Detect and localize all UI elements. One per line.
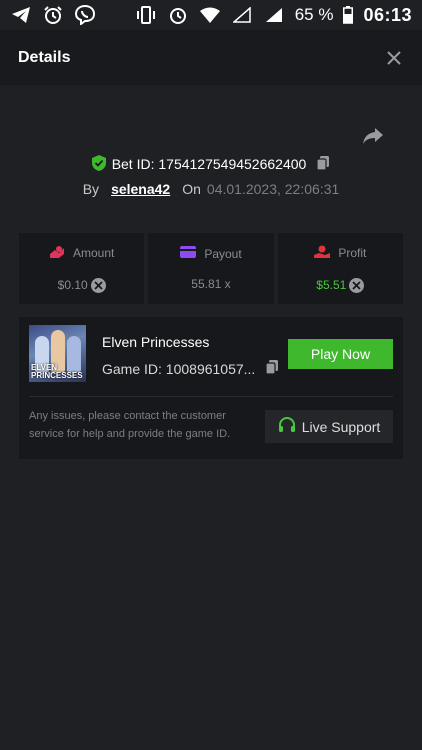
profit-value: $5.51 — [316, 278, 347, 292]
amount-label: Amount — [72, 246, 115, 260]
bet-meta-row: By selena42 On 04.01.2023, 22:06:31 — [0, 179, 422, 199]
clock: 06:13 — [363, 4, 412, 25]
currency-x-icon — [90, 277, 106, 293]
play-now-button[interactable]: Play Now — [288, 339, 393, 369]
close-button[interactable] — [382, 46, 406, 70]
divider — [29, 396, 393, 397]
amount-value: $0.10 — [57, 278, 88, 292]
game-thumbnail: ELVEN PRINCESSES — [29, 325, 86, 382]
bet-id: Bet ID: 1754127549452662400 — [111, 156, 307, 172]
stat-payout: Payout 55.81 x — [148, 233, 274, 304]
telegram-icon — [10, 4, 32, 26]
bet-date: 04.01.2023, 22:06:31 — [206, 181, 340, 197]
profit-label: Profit — [338, 246, 367, 260]
on-label: On — [182, 181, 201, 197]
viber-icon — [74, 4, 96, 26]
copy-bet-id-button[interactable] — [316, 155, 330, 174]
alarm-icon — [167, 4, 189, 26]
status-bar-left — [10, 4, 96, 26]
amount-icon — [49, 245, 65, 262]
copy-icon — [265, 360, 279, 375]
game-title: Elven Princesses — [102, 334, 210, 350]
battery-icon — [343, 4, 354, 26]
stat-profit: Profit $5.51 — [277, 233, 403, 304]
game-card: ELVEN PRINCESSES Elven Princesses Game I… — [19, 317, 403, 459]
currency-x-icon — [349, 277, 365, 293]
wifi-icon — [199, 4, 221, 26]
payout-label: Payout — [204, 246, 242, 261]
payout-icon — [180, 246, 197, 261]
share-button[interactable] — [360, 124, 386, 148]
username-link[interactable]: selena42 — [111, 181, 170, 197]
battery-percent: 65 % — [294, 5, 334, 24]
payout-value: 55.81 x — [191, 277, 231, 291]
profit-icon — [314, 245, 331, 262]
headset-icon — [278, 416, 296, 437]
share-icon — [363, 128, 383, 144]
game-thumbnail-logo: ELVEN PRINCESSES — [31, 363, 83, 380]
bet-stats: Amount $0.10 Payout 55.81 x Profit $5.51 — [19, 233, 403, 304]
signal-icon — [263, 4, 285, 26]
signal-empty-icon — [231, 4, 253, 26]
live-support-label: Live Support — [301, 418, 381, 435]
copy-game-id-button[interactable] — [265, 359, 279, 378]
vibrate-icon — [135, 4, 157, 26]
stat-amount: Amount $0.10 — [19, 233, 145, 304]
by-label: By — [82, 181, 100, 197]
verified-shield-icon — [91, 154, 106, 174]
game-id: Game ID: 1008961057... — [102, 360, 256, 377]
copy-icon — [316, 155, 330, 171]
bet-id-row: Bet ID: 1754127549452662400 — [0, 153, 422, 175]
close-icon — [387, 50, 401, 65]
support-help-text: Any issues, please contact the customer … — [29, 410, 231, 440]
details-header: Details — [0, 30, 422, 85]
live-support-button[interactable]: Live Support — [265, 410, 393, 443]
alarm-icon — [42, 4, 64, 26]
game-id-row: Game ID: 1008961057... — [102, 359, 279, 378]
status-bar: 65 % 06:13 — [0, 0, 422, 30]
page-title: Details — [18, 48, 71, 66]
status-bar-right: 65 % 06:13 — [135, 4, 412, 26]
